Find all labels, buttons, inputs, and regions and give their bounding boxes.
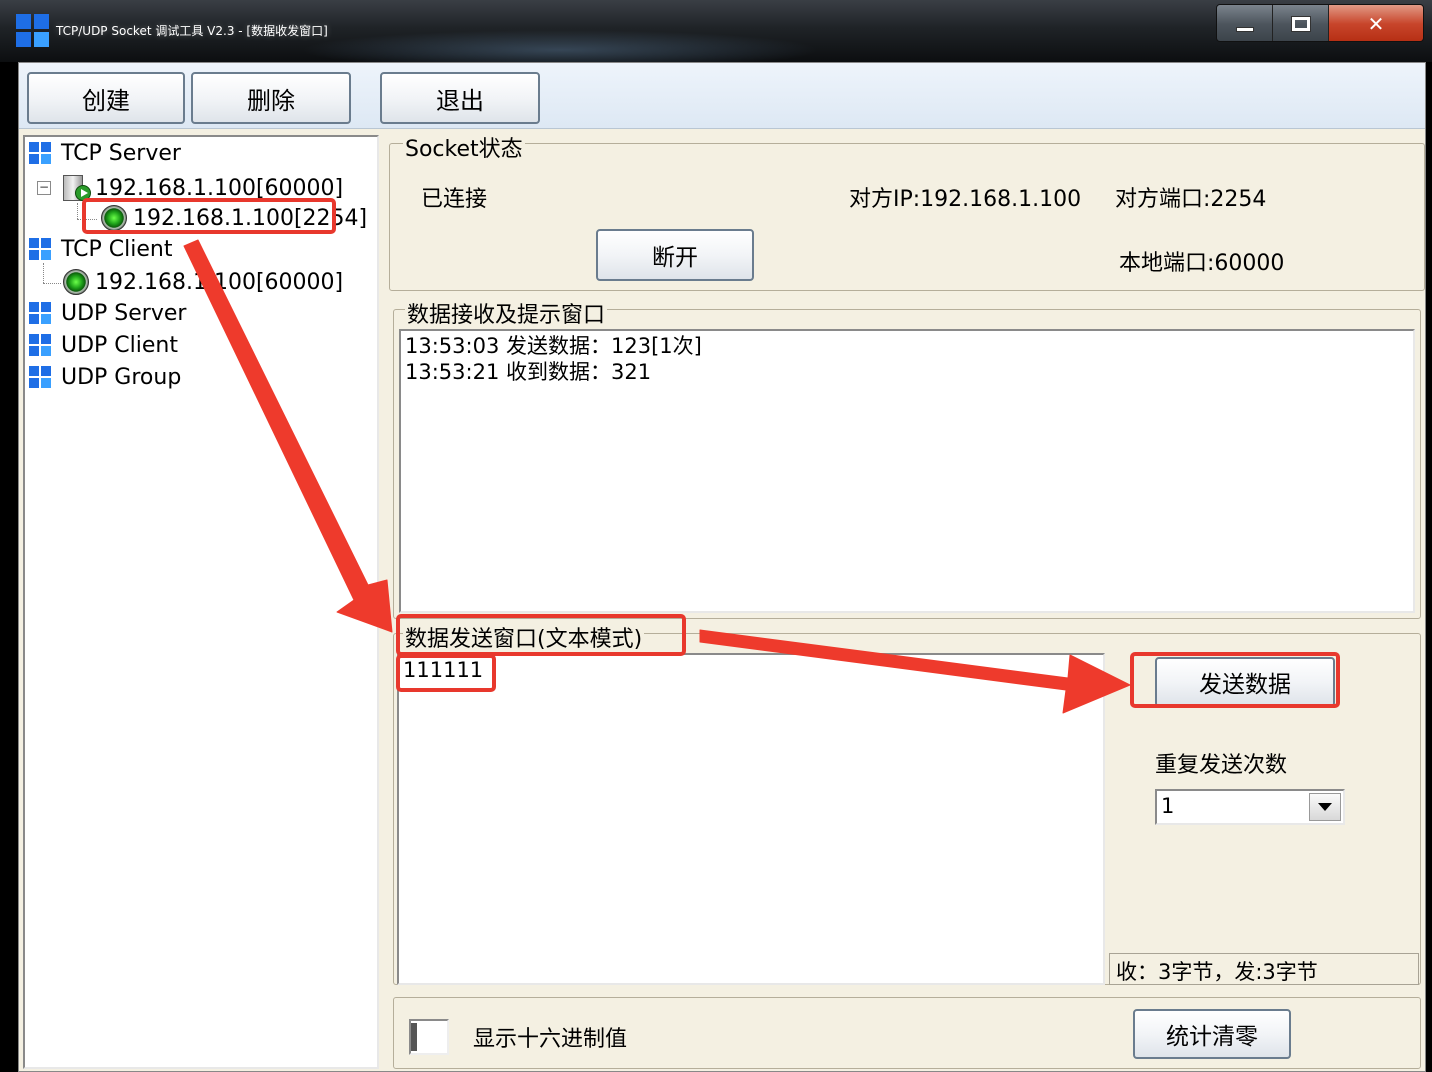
hex-display-label: 显示十六进制值: [473, 1027, 628, 1052]
tree-item-udp-client[interactable]: UDP Client: [29, 333, 178, 358]
hex-display-checkbox[interactable]: [409, 1019, 449, 1055]
repeat-count-value: 1: [1161, 794, 1175, 818]
receive-title: 数据接收及提示窗口: [405, 297, 608, 329]
tree-item-label: UDP Client: [61, 333, 178, 358]
minimize-button[interactable]: [1217, 5, 1273, 41]
exit-button[interactable]: 退出: [380, 72, 540, 124]
close-button[interactable]: ✕: [1329, 5, 1423, 41]
repeat-count-label: 重复发送次数: [1155, 753, 1288, 778]
tree-item-label: TCP Server: [61, 141, 181, 166]
dropdown-arrow-icon[interactable]: [1309, 793, 1341, 821]
socket-status-title: Socket状态: [403, 131, 525, 163]
tree-item-label: 192.168.1.100[60000]: [95, 175, 344, 201]
create-button[interactable]: 创建: [27, 72, 185, 124]
log-line: 13:53:03 发送数据：123[1次]: [405, 334, 702, 358]
log-line: 13:53:21 收到数据：321: [405, 360, 652, 384]
receive-log[interactable]: 13:53:03 发送数据：123[1次] 13:53:21 收到数据：321: [399, 329, 1415, 613]
tree-item-client-connection[interactable]: 192.168.1.100[60000]: [63, 269, 343, 295]
tree-item-udp-group[interactable]: UDP Group: [29, 365, 181, 390]
remote-port: 对方端口:2254: [1115, 187, 1267, 212]
udp-group-icon: [29, 365, 53, 390]
connection-tree[interactable]: TCP Server − 192.168.1.100[60000] 192.16…: [23, 135, 379, 1069]
udp-server-icon: [29, 301, 53, 326]
disconnect-button[interactable]: 断开: [596, 229, 754, 281]
send-input[interactable]: 111111: [397, 653, 1105, 985]
remote-ip: 对方IP:192.168.1.100: [849, 187, 1082, 212]
close-icon: ✕: [1367, 12, 1385, 36]
minimize-icon: [1235, 26, 1254, 32]
window-title: TCP/UDP Socket 调试工具 V2.3 - [数据收发窗口]: [56, 24, 328, 38]
window-controls: ✕: [1216, 4, 1424, 42]
local-port: 本地端口:60000: [1119, 251, 1285, 276]
udp-client-icon: [29, 333, 53, 358]
tcp-server-icon: [29, 141, 53, 166]
highlight-send-title: [396, 614, 686, 656]
tree-item-label: 192.168.1.100[60000]: [95, 269, 344, 295]
tree-item-tcp-client[interactable]: TCP Client: [29, 237, 172, 262]
toolbar: 创建 删除 退出: [19, 63, 1425, 129]
connection-state: 已连接: [421, 187, 488, 212]
highlight-send-button: [1130, 652, 1340, 708]
byte-stats: 收：3字节，发:3字节: [1109, 953, 1419, 985]
tree-item-label: UDP Group: [61, 365, 182, 390]
highlight-connection: [82, 198, 336, 234]
repeat-count-select[interactable]: 1: [1155, 789, 1345, 825]
maximize-icon: [1290, 16, 1311, 32]
connected-icon: [63, 269, 89, 295]
tree-item-udp-server[interactable]: UDP Server: [29, 301, 186, 326]
tree-item-label: TCP Client: [61, 237, 173, 262]
highlight-send-text: [396, 654, 496, 692]
title-bar[interactable]: TCP/UDP Socket 调试工具 V2.3 - [数据收发窗口] ✕: [0, 0, 1432, 70]
delete-button[interactable]: 删除: [191, 72, 351, 124]
collapse-icon[interactable]: −: [37, 181, 51, 195]
maximize-button[interactable]: [1273, 5, 1329, 41]
tree-item-label: UDP Server: [61, 301, 187, 326]
clear-stats-button[interactable]: 统计清零: [1133, 1009, 1291, 1059]
tcp-client-icon: [29, 237, 53, 262]
app-icon: [16, 14, 50, 48]
tree-item-tcp-server[interactable]: TCP Server: [29, 141, 181, 166]
